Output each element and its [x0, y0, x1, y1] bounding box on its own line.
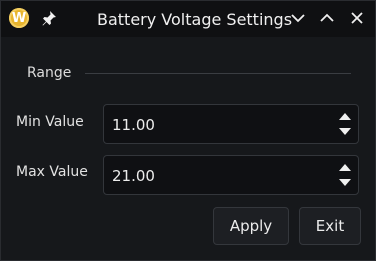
- spin-up-icon[interactable]: [337, 109, 353, 123]
- chevron-up-icon[interactable]: [318, 9, 336, 27]
- spin-up-icon[interactable]: [337, 160, 353, 174]
- settings-dialog: W Battery Voltage Settings Range Min Val…: [0, 0, 376, 261]
- max-value-spinbox[interactable]: 21.00: [103, 155, 359, 195]
- section-divider: [85, 73, 351, 74]
- min-value-label: Min Value: [16, 114, 84, 130]
- min-value-spinbox[interactable]: 11.00: [103, 104, 359, 144]
- pin-icon[interactable]: [41, 10, 57, 26]
- close-icon[interactable]: [348, 9, 366, 27]
- chevron-down-icon[interactable]: [289, 9, 307, 27]
- window-title: Battery Voltage Settings: [97, 10, 293, 29]
- exit-button[interactable]: Exit: [299, 207, 361, 245]
- spin-down-icon[interactable]: [337, 125, 353, 139]
- apply-button[interactable]: Apply: [213, 207, 289, 245]
- app-logo-icon[interactable]: W: [9, 8, 29, 28]
- min-value-field[interactable]: 11.00: [112, 116, 155, 134]
- title-bar[interactable]: W Battery Voltage Settings: [1, 1, 375, 37]
- range-section-label: Range: [27, 65, 72, 81]
- max-value-field[interactable]: 21.00: [112, 167, 155, 185]
- max-value-label: Max Value: [16, 164, 88, 180]
- spin-down-icon[interactable]: [337, 176, 353, 190]
